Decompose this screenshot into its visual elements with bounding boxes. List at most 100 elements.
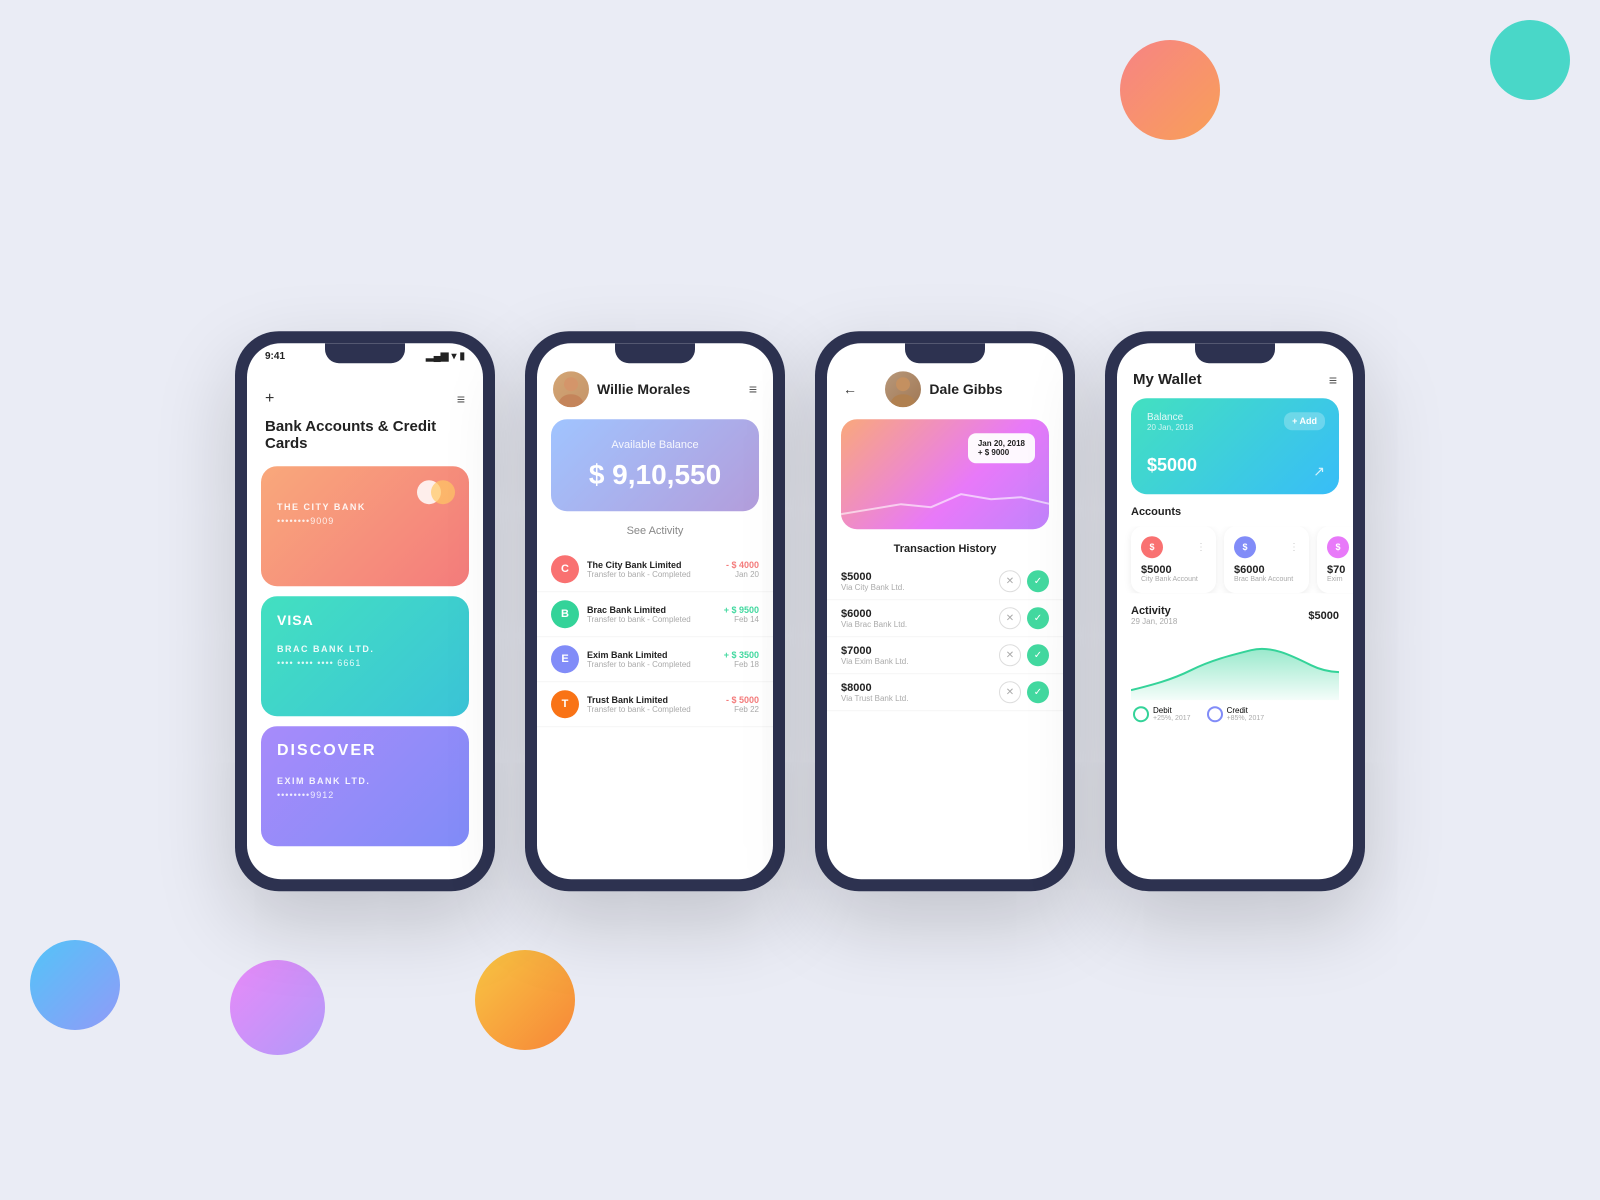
- tx-right-4: - $ 5000 Feb 22: [726, 695, 759, 714]
- activity-chart: [1131, 630, 1339, 700]
- visa-card[interactable]: VISA BRAC BANK LTD. •••• •••• •••• 6661: [261, 596, 469, 716]
- cancel-btn-3[interactable]: ✕: [999, 644, 1021, 666]
- phone-3-screen: ← Dale Gibbs: [827, 343, 1063, 879]
- debit-sub: +25%, 2017: [1153, 715, 1191, 722]
- tx-icon-b: B: [551, 600, 579, 628]
- user-info: Willie Morales: [553, 371, 690, 407]
- phone-1-notch: [325, 343, 405, 363]
- tooltip-amount: + $ 9000: [978, 448, 1025, 457]
- tx-info-1: The City Bank Limited Transfer to bank -…: [587, 560, 718, 579]
- see-activity[interactable]: See Activity: [537, 525, 773, 537]
- phone-2-screen: Willie Morales ≡ Available Balance $ 9,1…: [537, 343, 773, 879]
- user-name-3: Dale Gibbs: [929, 381, 1002, 397]
- tx-date-3: Feb 18: [724, 660, 759, 669]
- wallet-balance-card: Balance 20 Jan, 2018 $5000 + Add ↗: [1131, 398, 1339, 494]
- visa-logo: VISA: [277, 612, 453, 628]
- user-info-3: Dale Gibbs: [885, 371, 1002, 407]
- acc-amount-3: $70: [1327, 564, 1353, 576]
- back-arrow-icon[interactable]: ←: [843, 381, 857, 397]
- acc-name-3: Exim: [1327, 576, 1353, 583]
- cancel-btn-2[interactable]: ✕: [999, 607, 1021, 629]
- credit-sub: +85%, 2017: [1227, 715, 1265, 722]
- history-actions-1: ✕ ✓: [999, 570, 1049, 592]
- acc-icon-2: $: [1234, 536, 1256, 558]
- acc-icon-row-3: $: [1327, 536, 1353, 558]
- account-card-3[interactable]: $ $70 Exim: [1317, 526, 1353, 593]
- activity-header: Activity 29 Jan, 2018 $5000: [1131, 605, 1339, 626]
- confirm-btn-1[interactable]: ✓: [1027, 570, 1049, 592]
- history-info-4: $8000 Via Trust Bank Ltd.: [841, 682, 991, 703]
- acc-icon-row-2: $ ⋮: [1234, 536, 1299, 558]
- legend-debit-circle: [1133, 706, 1149, 722]
- menu-icon[interactable]: ≡: [457, 392, 465, 406]
- mastercard-logo: [417, 480, 455, 504]
- user-name: Willie Morales: [597, 381, 690, 397]
- confirm-btn-4[interactable]: ✓: [1027, 681, 1049, 703]
- account-card-2[interactable]: $ ⋮ $6000 Brac Bank Account: [1224, 526, 1309, 593]
- history-actions-4: ✕ ✓: [999, 681, 1049, 703]
- tx-info-3: Exim Bank Limited Transfer to bank - Com…: [587, 650, 716, 669]
- tx-date-4: Feb 22: [726, 705, 759, 714]
- city-bank-card[interactable]: THE CITY BANK ••••••••9009: [261, 466, 469, 586]
- acc-more-2[interactable]: ⋮: [1289, 542, 1299, 553]
- phone-4-screen: My Wallet ≡ Balance 20 Jan, 2018 $5000 +…: [1117, 343, 1353, 879]
- balance-label: Available Balance: [571, 439, 739, 451]
- history-via-4: Via Trust Bank Ltd.: [841, 694, 991, 703]
- history-info-1: $5000 Via City Bank Ltd.: [841, 571, 991, 592]
- history-actions-3: ✕ ✓: [999, 644, 1049, 666]
- deco-circle-5: [475, 950, 575, 1050]
- add-icon[interactable]: +: [265, 390, 274, 408]
- tx-right-2: + $ 9500 Feb 14: [724, 605, 759, 624]
- activity-chart-svg: [1131, 630, 1339, 700]
- deco-circle-4: [230, 960, 325, 1055]
- history-amount-3: $7000: [841, 645, 991, 657]
- history-via-1: Via City Bank Ltd.: [841, 583, 991, 592]
- history-item-4: $8000 Via Trust Bank Ltd. ✕ ✓: [827, 674, 1063, 711]
- phone-3-notch: [905, 343, 985, 363]
- tx-icon-e: E: [551, 645, 579, 673]
- activity-section: Activity 29 Jan, 2018 $5000: [1131, 605, 1339, 722]
- confirm-btn-3[interactable]: ✓: [1027, 644, 1049, 666]
- avatar-image-3: [885, 371, 921, 407]
- menu-icon-2[interactable]: ≡: [749, 382, 757, 396]
- phone-1-header: + ≡: [247, 362, 483, 418]
- phone-3: ← Dale Gibbs: [815, 331, 1075, 891]
- history-item-2: $6000 Via Brac Bank Ltd. ✕ ✓: [827, 600, 1063, 637]
- brac-bank-number: •••• •••• •••• 6661: [277, 658, 453, 668]
- menu-icon-4[interactable]: ≡: [1329, 373, 1337, 387]
- deco-circle-2: [1490, 20, 1570, 100]
- balance-card: Available Balance $ 9,10,550: [551, 419, 759, 511]
- tx-name-1: The City Bank Limited: [587, 560, 718, 570]
- exim-bank-number: ••••••••9912: [277, 790, 453, 800]
- tx-right-3: + $ 3500 Feb 18: [724, 650, 759, 669]
- debit-label: Debit: [1153, 706, 1191, 715]
- tx-name-4: Trust Bank Limited: [587, 695, 718, 705]
- tx-date-2: Feb 14: [724, 615, 759, 624]
- phone-4: My Wallet ≡ Balance 20 Jan, 2018 $5000 +…: [1105, 331, 1365, 891]
- acc-icon-1: $: [1141, 536, 1163, 558]
- acc-name-2: Brac Bank Account: [1234, 576, 1299, 583]
- discover-card[interactable]: DISCOVER EXIM BANK LTD. ••••••••9912: [261, 726, 469, 846]
- activity-date: 29 Jan, 2018: [1131, 617, 1177, 626]
- add-button[interactable]: + Add: [1284, 412, 1325, 430]
- cancel-btn-1[interactable]: ✕: [999, 570, 1021, 592]
- accounts-scroll: $ ⋮ $5000 City Bank Account $ ⋮ $6000 Br…: [1117, 526, 1353, 593]
- chart-tooltip: Jan 20, 2018 + $ 9000: [968, 433, 1035, 463]
- confirm-btn-2[interactable]: ✓: [1027, 607, 1049, 629]
- history-amount-2: $6000: [841, 608, 991, 620]
- phones-container: 9:41 ▂▄▆ ▾ ▮ + ≡ Bank Accounts & Credit …: [235, 331, 1365, 891]
- history-item-1: $5000 Via City Bank Ltd. ✕ ✓: [827, 563, 1063, 600]
- phone-4-notch: [1195, 343, 1275, 363]
- deco-circle-3: [30, 940, 120, 1030]
- tx-sub-1: Transfer to bank - Completed: [587, 570, 718, 579]
- cancel-btn-4[interactable]: ✕: [999, 681, 1021, 703]
- wallet-title: My Wallet: [1133, 371, 1202, 388]
- accounts-label: Accounts: [1131, 506, 1339, 518]
- transaction-history-title: Transaction History: [827, 543, 1063, 555]
- tx-amount-2: + $ 9500: [724, 605, 759, 615]
- exim-bank-name: EXIM BANK LTD.: [277, 776, 453, 786]
- account-card-1[interactable]: $ ⋮ $5000 City Bank Account: [1131, 526, 1216, 593]
- acc-more-1[interactable]: ⋮: [1196, 542, 1206, 553]
- tx-info-2: Brac Bank Limited Transfer to bank - Com…: [587, 605, 716, 624]
- legend-credit: Credit +85%, 2017: [1207, 706, 1265, 722]
